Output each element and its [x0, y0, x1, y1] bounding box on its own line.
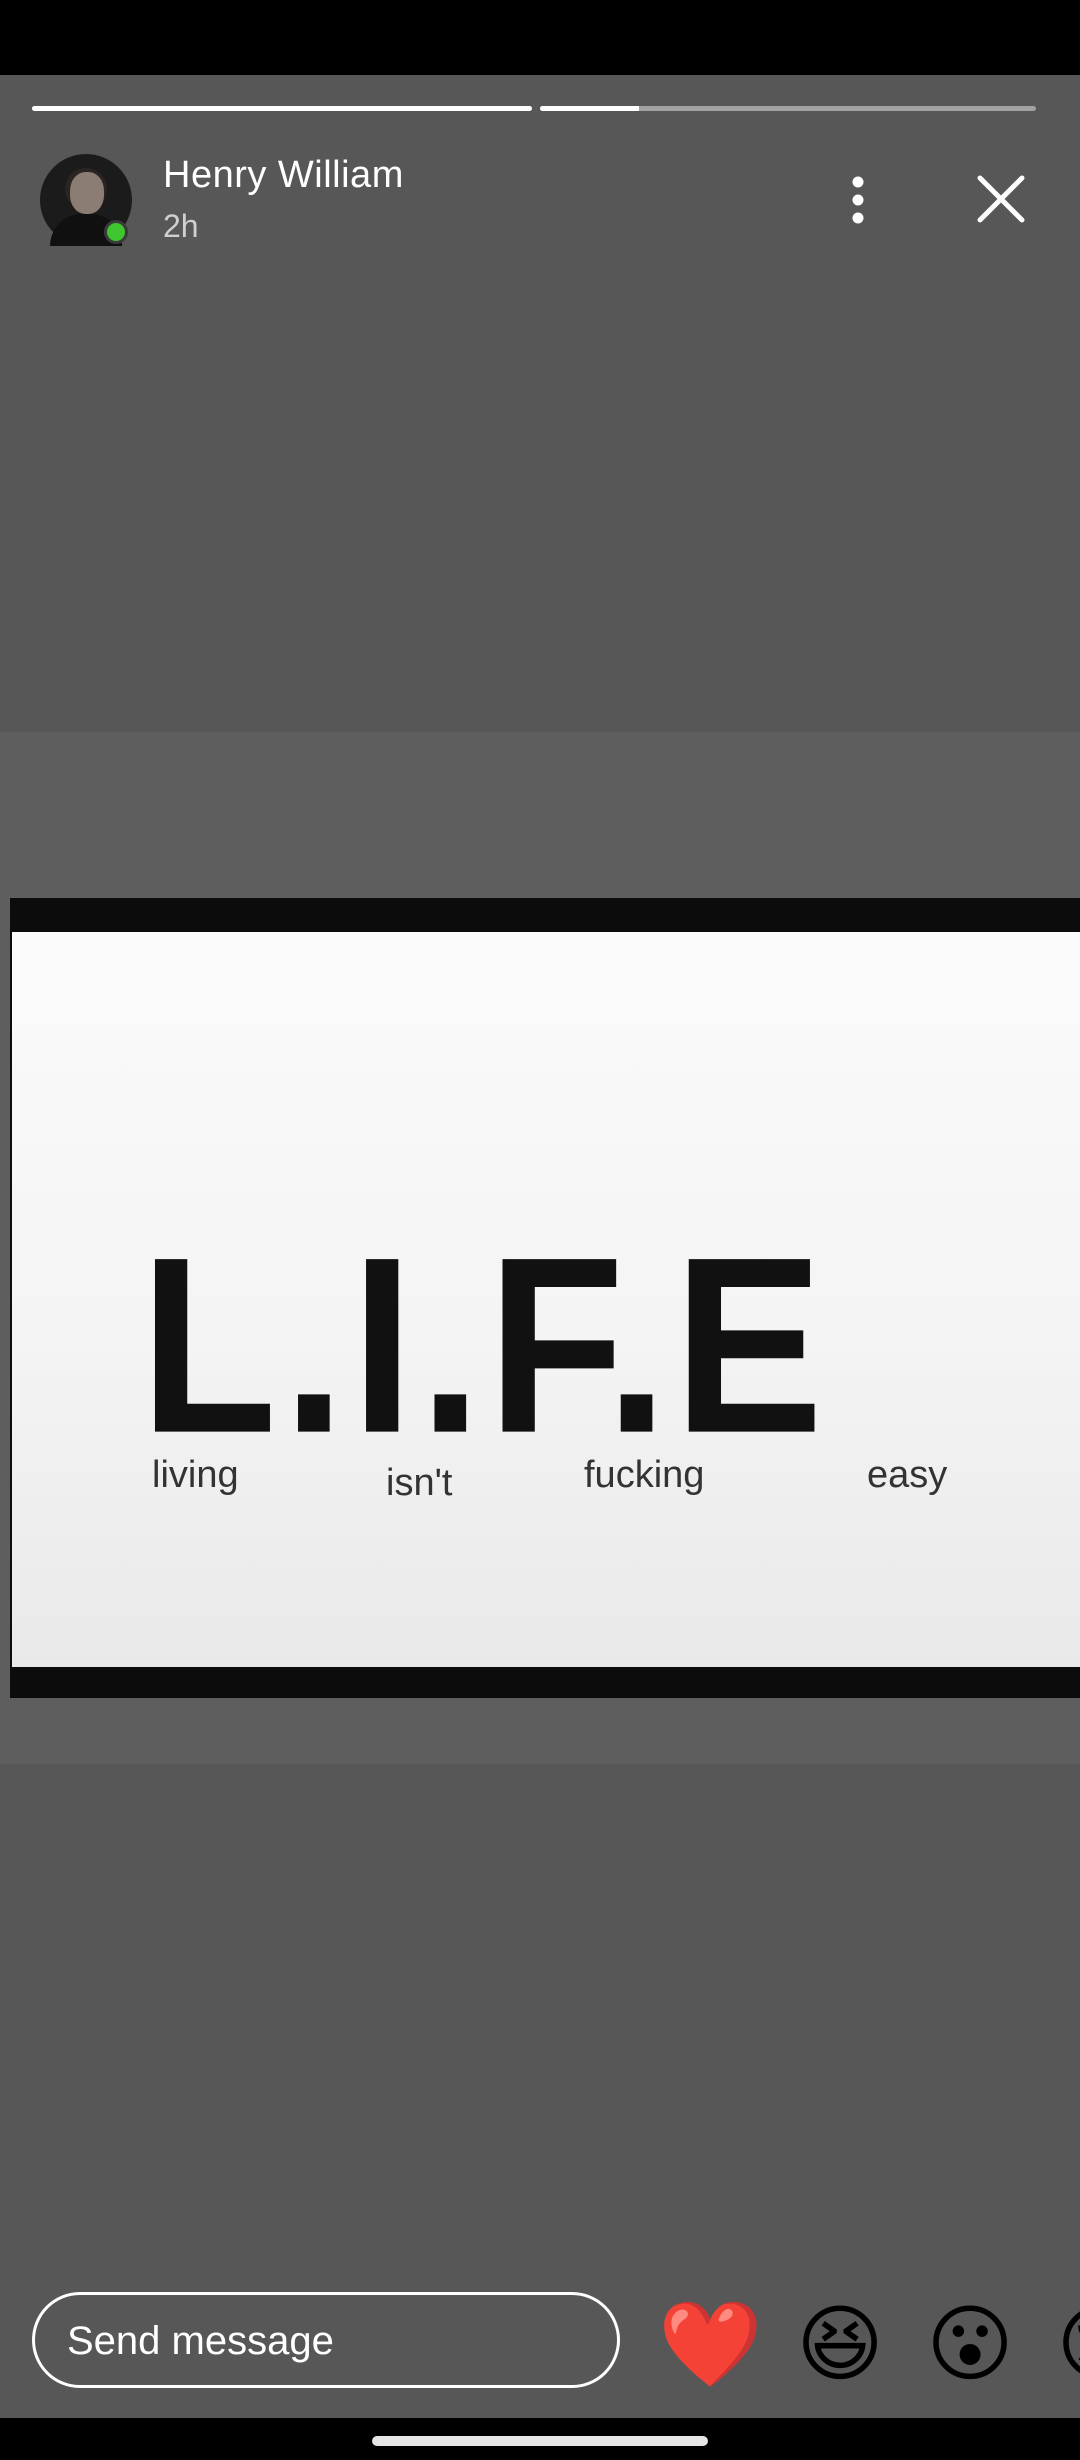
close-button[interactable]: [970, 168, 1032, 230]
more-button[interactable]: [830, 170, 886, 230]
image-word: living: [152, 1454, 239, 1496]
user-name[interactable]: Henry William: [163, 154, 404, 197]
more-vertical-icon: [852, 176, 864, 224]
progress-fill: [540, 106, 640, 111]
progress-fill: [32, 106, 532, 111]
story-progress-segment-1: [32, 106, 532, 111]
send-message-input[interactable]: Send message: [32, 2292, 620, 2388]
story-image: L.I.F.E living isn't fucking easy: [10, 898, 1080, 1698]
surprised-reaction[interactable]: 😮: [922, 2296, 1018, 2392]
story-progress-segment-2: [540, 106, 1036, 111]
post-time: 2h: [163, 208, 199, 244]
image-paper: L.I.F.E living isn't fucking easy: [12, 932, 1080, 1667]
image-title: L.I.F.E: [140, 1205, 830, 1486]
home-gesture-handle[interactable]: [372, 2436, 708, 2446]
heart-reaction[interactable]: ❤️: [658, 2296, 763, 2392]
story-progress: [32, 106, 1042, 112]
image-word: isn't: [386, 1462, 453, 1504]
avatar-face: [70, 172, 104, 214]
online-indicator: [104, 220, 128, 244]
status-bar: [0, 0, 1080, 75]
close-icon: [977, 175, 1025, 223]
reply-bar: Send message ❤️ 😆 😮 😢: [0, 2280, 1080, 2400]
send-message-placeholder: Send message: [67, 2319, 334, 2363]
image-word: fucking: [584, 1454, 705, 1496]
story-viewer: Henry William 2h L.I.F.E living isn't fu…: [0, 0, 1080, 2460]
story-content[interactable]: L.I.F.E living isn't fucking easy: [0, 732, 1080, 1764]
crying-reaction[interactable]: 😢: [1052, 2296, 1080, 2392]
story-header: Henry William 2h: [0, 140, 1080, 260]
laugh-reaction[interactable]: 😆: [792, 2296, 888, 2392]
image-word: easy: [867, 1454, 948, 1496]
